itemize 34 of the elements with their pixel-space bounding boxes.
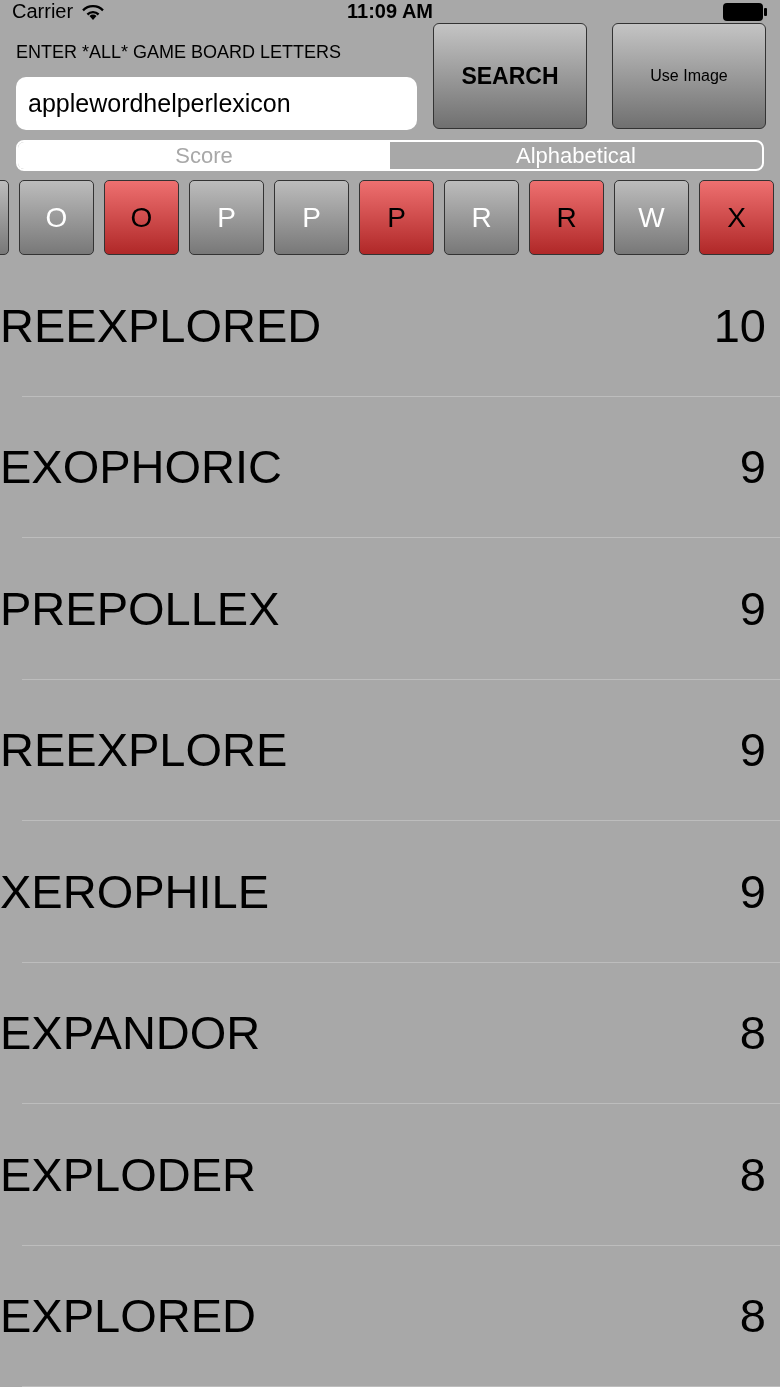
result-word: REEXPLORE (0, 722, 288, 778)
carrier-label: Carrier (12, 0, 74, 23)
wifi-icon (81, 3, 106, 20)
word-score: 9 (739, 722, 766, 778)
search-button[interactable]: SEARCH (433, 23, 587, 129)
letter-tile[interactable]: R (444, 180, 519, 255)
letter-tile[interactable]: O (19, 180, 94, 255)
battery-icon (722, 1, 768, 22)
word-score: 9 (739, 863, 766, 919)
letter-tile[interactable]: X (699, 180, 774, 255)
result-word: EXPANDOR (0, 1005, 261, 1061)
result-word: EXPLODER (0, 1146, 256, 1202)
instruction-label: ENTER *ALL* GAME BOARD LETTERS (16, 42, 343, 64)
letter-tile[interactable]: W (614, 180, 689, 255)
result-word: PREPOLLEX (0, 580, 280, 636)
use-image-button[interactable]: Use Image (612, 23, 766, 129)
word-score: 8 (739, 1146, 766, 1202)
letter-tile[interactable]: R (529, 180, 604, 255)
result-word: XEROPHILE (0, 863, 270, 919)
result-word: EXOPHORIC (0, 439, 283, 495)
word-score: 8 (739, 1288, 766, 1344)
letter-tile[interactable]: P (274, 180, 349, 255)
letter-tile[interactable]: O (104, 180, 179, 255)
result-word: EXPLORED (0, 1288, 256, 1344)
word-score: 8 (739, 1005, 766, 1061)
sort-tab[interactable]: Score (18, 142, 390, 169)
letters-input-field[interactable]: applewordhelperlexicon (16, 77, 417, 130)
result-word: REEXPLORED (0, 297, 322, 353)
letter-tile[interactable]: P (359, 180, 434, 255)
word-score: 9 (739, 439, 766, 495)
word-score: 10 (713, 297, 766, 353)
clock-time: 11:09 AM (346, 0, 434, 23)
letter-tile[interactable]: P (189, 180, 264, 255)
word-score: 9 (739, 580, 766, 636)
